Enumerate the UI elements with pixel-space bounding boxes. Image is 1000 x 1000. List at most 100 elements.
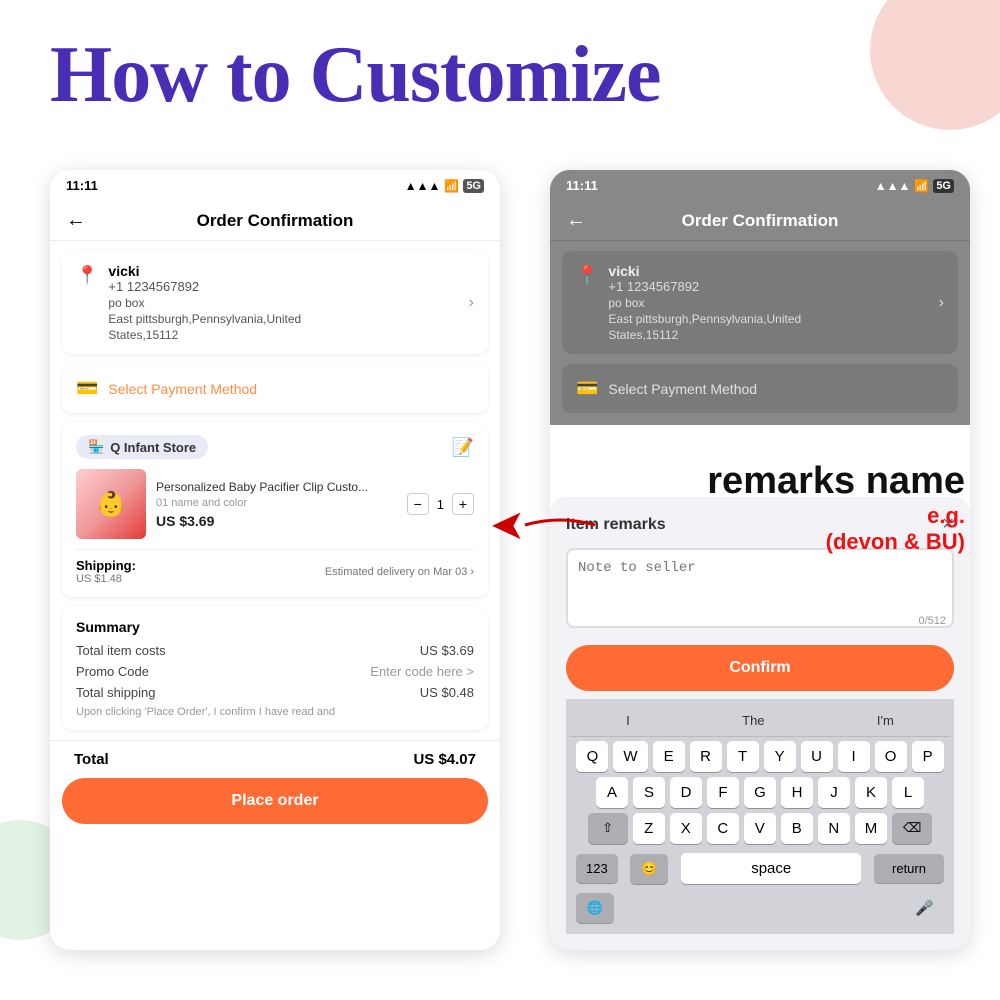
left-phone-screenshot: 11:11 ▲▲▲ 📶 5G ← Order Confirmation 📍 vi… [50,170,500,950]
key-s[interactable]: S [633,777,665,808]
location-icon: 📍 [76,265,98,286]
right-network-icon: 5G [933,179,954,193]
item-remarks-modal: Item remarks × 0/512 Confirm I The I'm Q… [550,497,970,950]
key-m[interactable]: M [855,813,888,844]
key-x[interactable]: X [670,813,702,844]
summary-section: Summary Total item costs US $3.69 Promo … [62,607,488,730]
signal-icon: ▲▲▲ [405,179,441,193]
key-e[interactable]: E [653,741,685,772]
key-b[interactable]: B [781,813,813,844]
right-address-phone: +1 1234567892 [608,279,928,294]
globe-key[interactable]: 🌐 [576,893,614,923]
qty-increase-button[interactable]: + [452,493,474,515]
address-section[interactable]: 📍 vicki +1 1234567892 po box East pittsb… [62,251,488,354]
promo-value: Enter code here > [370,664,474,679]
key-v[interactable]: V [744,813,776,844]
product-row: 👶 Personalized Baby Pacifier Clip Custo.… [76,469,474,539]
note-icon[interactable]: 📝 [452,437,474,458]
store-section: 🏪 Q Infant Store 📝 👶 Personalized Baby P… [62,423,488,597]
shift-key[interactable]: ⇧ [588,813,628,844]
address-line3: States,15112 [108,328,458,342]
key-d[interactable]: D [670,777,702,808]
confirm-button[interactable]: Confirm [566,645,954,691]
left-nav-title: Order Confirmation [102,211,448,231]
key-t[interactable]: T [727,741,759,772]
char-count: 0/512 [918,615,946,627]
key-a[interactable]: A [596,777,628,808]
item-costs-label: Total item costs [76,643,166,658]
key-n[interactable]: N [818,813,850,844]
right-wifi-icon: 📶 [914,179,929,193]
wifi-icon: 📶 [444,179,459,193]
right-location-icon: 📍 [576,265,598,286]
remarks-example-label: (devon & BU) [707,529,965,555]
shipping-cost: US $1.48 [76,573,136,585]
qty-decrease-button[interactable]: − [407,493,429,515]
left-nav-bar: ← Order Confirmation [50,201,500,241]
key-k[interactable]: K [855,777,887,808]
suggestion-the[interactable]: The [732,711,774,730]
keyboard: I The I'm Q W E R T Y U I O P A S D [566,699,954,934]
address-line2: East pittsburgh,Pennsylvania,United [108,312,458,326]
key-j[interactable]: J [818,777,850,808]
right-address-section[interactable]: 📍 vicki +1 1234567892 po box East pittsb… [562,251,958,354]
decorative-circle-pink [870,0,1000,130]
key-z[interactable]: Z [633,813,665,844]
keyboard-row-4: 123 😊 space return [570,849,950,888]
promo-label: Promo Code [76,664,149,679]
right-address-line2: East pittsburgh,Pennsylvania,United [608,312,928,326]
mic-key[interactable]: 🎤 [905,892,944,924]
right-payment-section[interactable]: 💳 Select Payment Method [562,364,958,413]
key-w[interactable]: W [613,741,647,772]
keyboard-row-5: 🌐 🎤 [570,888,950,928]
address-phone: +1 1234567892 [108,279,458,294]
product-details: Personalized Baby Pacifier Clip Custo...… [156,479,397,530]
shipping-label: Shipping: [76,558,136,573]
keyboard-suggestions: I The I'm [570,705,950,737]
product-image: 👶 [76,469,146,539]
left-status-icons: ▲▲▲ 📶 5G [405,179,484,193]
store-icon: 🏪 [88,439,104,455]
right-status-icons: ▲▲▲ 📶 5G [875,179,954,193]
address-arrow: › [469,294,474,312]
key-u[interactable]: U [801,741,833,772]
right-signal-icon: ▲▲▲ [875,179,911,193]
payment-section[interactable]: 💳 Select Payment Method [62,364,488,413]
key-p[interactable]: P [912,741,944,772]
store-name: Q Infant Store [110,440,196,455]
space-key[interactable]: space [681,853,861,884]
remarks-annotation-box: remarks name e.g. (devon & BU) [707,460,965,555]
key-l[interactable]: L [892,777,924,808]
product-image-inner: 👶 [76,469,146,539]
suggestion-im[interactable]: I'm [867,711,904,730]
remarks-eg-label: e.g. [707,503,965,529]
key-h[interactable]: H [781,777,813,808]
total-shipping-value: US $0.48 [420,685,474,700]
return-key[interactable]: return [874,854,944,883]
right-address-line1: po box [608,296,928,310]
key-o[interactable]: O [875,741,907,772]
emoji-key[interactable]: 😊 [630,854,668,884]
key-y[interactable]: Y [764,741,796,772]
key-r[interactable]: R [690,741,722,772]
delete-key[interactable]: ⌫ [892,813,932,844]
note-textarea-container: 0/512 [566,548,954,633]
key-f[interactable]: F [707,777,739,808]
right-payment-icon: 💳 [576,378,598,399]
key-i[interactable]: I [838,741,870,772]
store-name-badge[interactable]: 🏪 Q Infant Store [76,435,208,459]
nums-key[interactable]: 123 [576,854,618,883]
key-c[interactable]: C [707,813,739,844]
store-header: 🏪 Q Infant Store 📝 [76,435,474,459]
key-g[interactable]: G [744,777,776,808]
note-textarea[interactable] [566,548,954,628]
place-order-button[interactable]: Place order [62,778,488,824]
key-q[interactable]: Q [576,741,608,772]
left-back-button[interactable]: ← [66,209,86,232]
dark-section: 11:11 ▲▲▲ 📶 5G ← Order Confirmation 📍 vi… [550,170,970,425]
total-amount: US $4.07 [413,751,476,768]
right-back-button[interactable]: ← [566,209,586,232]
promo-row[interactable]: Promo Code Enter code here > [76,664,474,679]
right-address-arrow: › [939,294,944,312]
suggestion-i[interactable]: I [616,711,640,730]
